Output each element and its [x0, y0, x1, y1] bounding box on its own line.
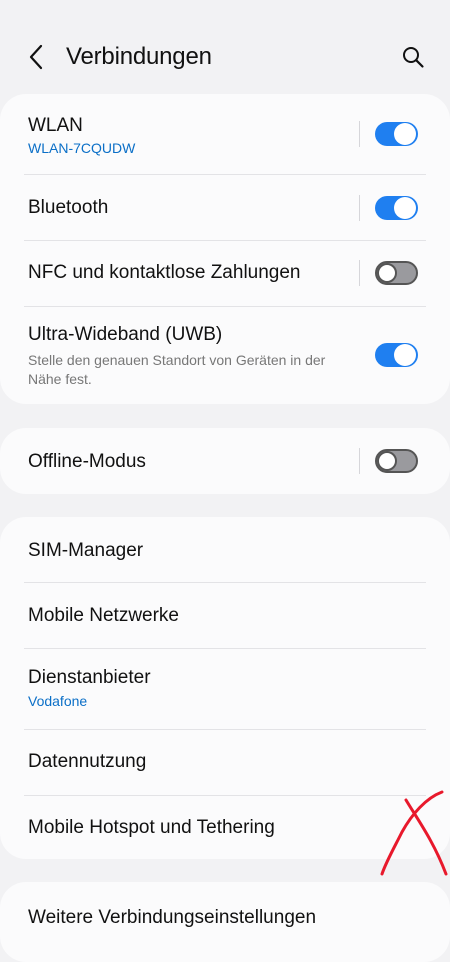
offline-mode-row[interactable]: Offline-Modus [0, 428, 450, 494]
offline-mode-toggle[interactable] [375, 449, 418, 473]
bluetooth-label: Bluetooth [28, 197, 109, 218]
mobile-networks-row[interactable]: Mobile Netzwerke [0, 583, 450, 648]
vertical-separator [359, 448, 360, 474]
vertical-separator [359, 195, 360, 221]
more-connection-settings-label: Weitere Verbindungseinstellungen [28, 907, 317, 928]
vertical-separator [359, 260, 360, 286]
page-title: Verbindungen [66, 43, 212, 70]
bluetooth-row[interactable]: Bluetooth [0, 175, 450, 240]
data-usage-label: Datennutzung [28, 751, 147, 772]
sim-manager-row[interactable]: SIM-Manager [0, 517, 450, 582]
hotspot-tethering-label: Mobile Hotspot und Tethering [28, 817, 275, 838]
nfc-label: NFC und kontaktlose Zahlungen [28, 262, 301, 283]
data-usage-row[interactable]: Datennutzung [0, 730, 450, 795]
toggle-knob [394, 123, 416, 145]
toggle-knob [377, 451, 397, 471]
uwb-label: Ultra-Wideband (UWB) [28, 324, 223, 345]
bluetooth-toggle[interactable] [375, 196, 418, 220]
wlan-row[interactable]: WLAN WLAN-7CQUDW [0, 94, 450, 174]
nfc-row[interactable]: NFC und kontaktlose Zahlungen [0, 241, 450, 306]
toggle-knob [377, 263, 397, 283]
red-annotation-mark [380, 790, 448, 876]
toggle-knob [394, 197, 416, 219]
connections-card: WLAN WLAN-7CQUDW Bluetooth NFC und konta… [0, 94, 450, 404]
nfc-toggle[interactable] [375, 261, 418, 285]
toggle-knob [394, 344, 416, 366]
search-icon [403, 47, 424, 68]
offline-card: Offline-Modus [0, 428, 450, 494]
sim-manager-label: SIM-Manager [28, 540, 144, 561]
more-connection-settings-row[interactable]: Weitere Verbindungseinstellungen [0, 882, 450, 952]
more-settings-card: Weitere Verbindungseinstellungen [0, 882, 450, 962]
uwb-toggle[interactable] [375, 343, 418, 367]
search-button[interactable] [396, 40, 430, 74]
vertical-separator [359, 121, 360, 147]
service-provider-row[interactable]: Dienstanbieter Vodafone [0, 649, 450, 729]
mobile-networks-label: Mobile Netzwerke [28, 605, 179, 626]
service-provider-name: Vodafone [28, 693, 88, 709]
back-button[interactable] [22, 40, 50, 74]
service-provider-label: Dienstanbieter [28, 667, 151, 688]
top-app-bar: Verbindungen [0, 0, 450, 92]
wlan-toggle[interactable] [375, 122, 418, 146]
wlan-network-name: WLAN-7CQUDW [28, 140, 136, 156]
uwb-description: Stelle den genauen Standort von Geräten … [28, 352, 326, 387]
wlan-label: WLAN [28, 115, 83, 136]
offline-mode-label: Offline-Modus [28, 451, 146, 472]
back-arrow-icon [29, 44, 43, 70]
uwb-row[interactable]: Ultra-Wideband (UWB) Stelle den genauen … [0, 307, 450, 404]
